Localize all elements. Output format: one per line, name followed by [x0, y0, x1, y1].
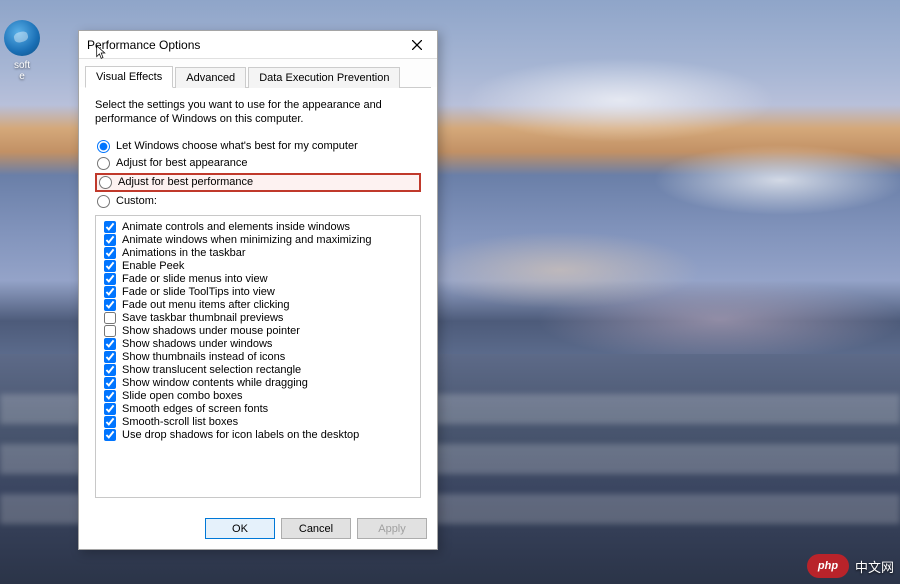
tab-visual-effects[interactable]: Visual Effects — [85, 66, 173, 88]
close-button[interactable] — [405, 35, 429, 55]
radio-input[interactable] — [97, 195, 110, 208]
radio-group: Let Windows choose what's best for my co… — [95, 137, 421, 211]
checkbox-input[interactable] — [104, 286, 116, 298]
radio-option[interactable]: Adjust for best performance — [95, 173, 421, 192]
checkbox-option[interactable]: Animations in the taskbar — [102, 247, 414, 259]
checkbox-option[interactable]: Enable Peek — [102, 260, 414, 272]
checkbox-option[interactable]: Show window contents while dragging — [102, 377, 414, 389]
checkbox-input[interactable] — [104, 247, 116, 259]
checkbox-input[interactable] — [104, 221, 116, 233]
close-icon — [412, 40, 422, 50]
checkbox-label: Fade or slide menus into view — [122, 273, 268, 285]
cancel-button[interactable]: Cancel — [281, 518, 351, 539]
checkbox-option[interactable]: Use drop shadows for icon labels on the … — [102, 429, 414, 441]
checkbox-label: Fade or slide ToolTips into view — [122, 286, 275, 298]
checkbox-input[interactable] — [104, 377, 116, 389]
checkbox-label: Animations in the taskbar — [122, 247, 246, 259]
watermark: php 中文网 — [807, 554, 894, 578]
checkbox-option[interactable]: Smooth edges of screen fonts — [102, 403, 414, 415]
radio-label: Adjust for best performance — [118, 176, 253, 188]
tab-advanced[interactable]: Advanced — [175, 67, 246, 88]
checkbox-input[interactable] — [104, 234, 116, 246]
checkbox-input[interactable] — [104, 312, 116, 324]
edge-icon — [4, 20, 40, 56]
checkbox-label: Save taskbar thumbnail previews — [122, 312, 283, 324]
desktop-shortcut-edge[interactable]: soft e — [0, 20, 52, 82]
visual-effects-checklist[interactable]: Animate controls and elements inside win… — [95, 215, 421, 498]
radio-label: Let Windows choose what's best for my co… — [116, 140, 358, 152]
checkbox-label: Smooth edges of screen fonts — [122, 403, 268, 415]
radio-option[interactable]: Let Windows choose what's best for my co… — [95, 139, 421, 154]
dialog-button-row: OK Cancel Apply — [79, 510, 437, 549]
cursor-pointer-icon — [94, 44, 112, 62]
checkbox-input[interactable] — [104, 416, 116, 428]
checkbox-input[interactable] — [104, 325, 116, 337]
ok-button[interactable]: OK — [205, 518, 275, 539]
checkbox-label: Enable Peek — [122, 260, 184, 272]
checkbox-input[interactable] — [104, 403, 116, 415]
checkbox-option[interactable]: Show translucent selection rectangle — [102, 364, 414, 376]
dialog-titlebar: Performance Options — [79, 31, 437, 59]
checkbox-label: Fade out menu items after clicking — [122, 299, 290, 311]
checkbox-option[interactable]: Animate windows when minimizing and maxi… — [102, 234, 414, 246]
checkbox-option[interactable]: Fade or slide ToolTips into view — [102, 286, 414, 298]
checkbox-label: Use drop shadows for icon labels on the … — [122, 429, 359, 441]
checkbox-label: Animate windows when minimizing and maxi… — [122, 234, 371, 246]
watermark-text: 中文网 — [855, 557, 894, 576]
checkbox-label: Animate controls and elements inside win… — [122, 221, 350, 233]
checkbox-input[interactable] — [104, 338, 116, 350]
checkbox-input[interactable] — [104, 299, 116, 311]
checkbox-label: Show shadows under windows — [122, 338, 272, 350]
radio-option[interactable]: Custom: — [95, 194, 421, 209]
radio-input[interactable] — [97, 140, 110, 153]
tab-data-execution-prevention[interactable]: Data Execution Prevention — [248, 67, 400, 88]
checkbox-input[interactable] — [104, 260, 116, 272]
checkbox-option[interactable]: Show thumbnails instead of icons — [102, 351, 414, 363]
radio-option[interactable]: Adjust for best appearance — [95, 156, 421, 171]
checkbox-option[interactable]: Show shadows under windows — [102, 338, 414, 350]
panel-description: Select the settings you want to use for … — [95, 98, 415, 127]
checkbox-label: Smooth-scroll list boxes — [122, 416, 238, 428]
radio-label: Adjust for best appearance — [116, 157, 247, 169]
php-logo-icon: php — [807, 554, 849, 578]
checkbox-label: Show window contents while dragging — [122, 377, 308, 389]
checkbox-label: Show shadows under mouse pointer — [122, 325, 300, 337]
performance-options-dialog: Performance Options Visual EffectsAdvanc… — [78, 30, 438, 550]
checkbox-label: Show translucent selection rectangle — [122, 364, 301, 376]
checkbox-option[interactable]: Fade or slide menus into view — [102, 273, 414, 285]
checkbox-input[interactable] — [104, 273, 116, 285]
checkbox-label: Slide open combo boxes — [122, 390, 242, 402]
checkbox-input[interactable] — [104, 390, 116, 402]
checkbox-option[interactable]: Show shadows under mouse pointer — [102, 325, 414, 337]
tab-strip: Visual EffectsAdvancedData Execution Pre… — [79, 59, 437, 87]
checkbox-option[interactable]: Save taskbar thumbnail previews — [102, 312, 414, 324]
checkbox-input[interactable] — [104, 429, 116, 441]
checkbox-option[interactable]: Fade out menu items after clicking — [102, 299, 414, 311]
apply-button[interactable]: Apply — [357, 518, 427, 539]
visual-effects-panel: Select the settings you want to use for … — [85, 87, 431, 504]
checkbox-option[interactable]: Smooth-scroll list boxes — [102, 416, 414, 428]
radio-label: Custom: — [116, 195, 157, 207]
checkbox-input[interactable] — [104, 364, 116, 376]
checkbox-option[interactable]: Slide open combo boxes — [102, 390, 414, 402]
checkbox-option[interactable]: Animate controls and elements inside win… — [102, 221, 414, 233]
checkbox-input[interactable] — [104, 351, 116, 363]
checkbox-label: Show thumbnails instead of icons — [122, 351, 285, 363]
radio-input[interactable] — [99, 176, 112, 189]
desktop-icon-label: soft e — [0, 60, 52, 82]
radio-input[interactable] — [97, 157, 110, 170]
